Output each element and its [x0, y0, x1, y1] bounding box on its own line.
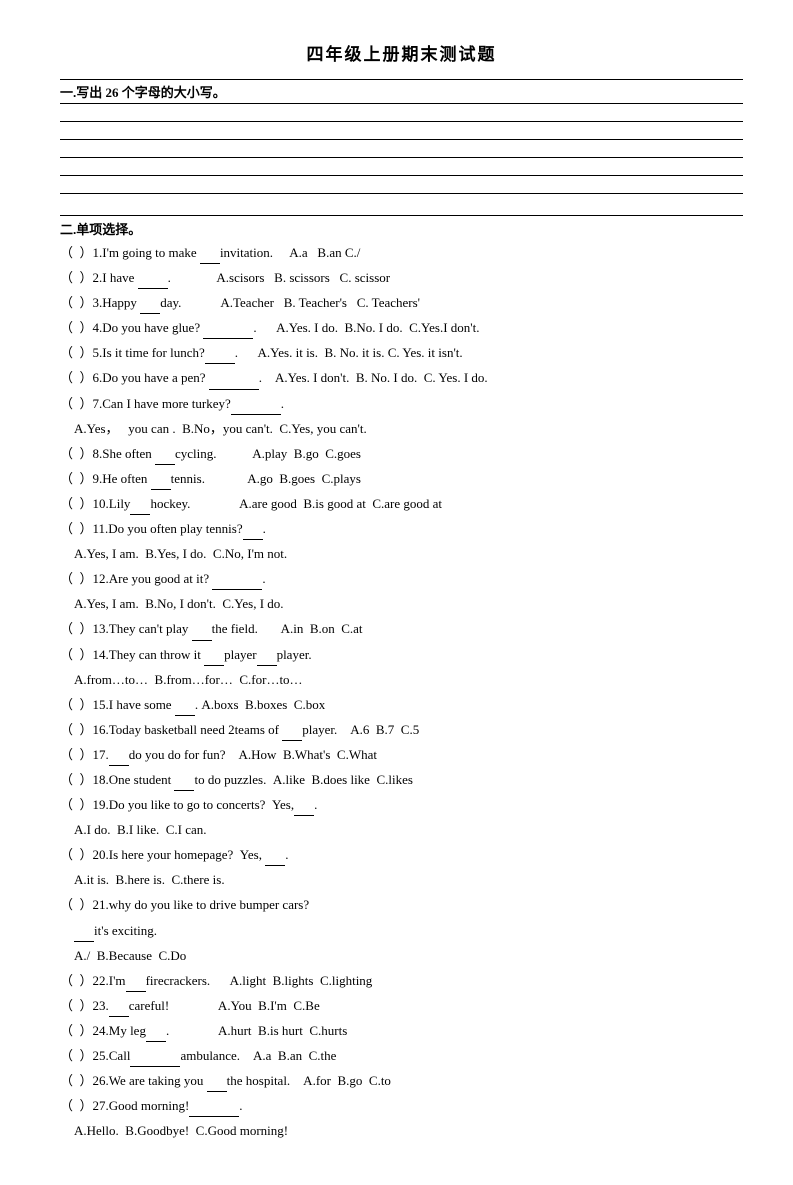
q-text: 22.I'mfirecrackers. A.light B.lights C.l… [93, 970, 373, 992]
q-text: 23.careful! A.You B.I'm C.Be [93, 995, 320, 1017]
q-text: 5.Is it time for lunch?. A.Yes. it is. B… [93, 342, 463, 364]
question-12-options: A.Yes, I am. B.No, I don't. C.Yes, I do. [74, 593, 743, 615]
question-13: （ ） 13.They can't play the field. A.in B… [60, 618, 743, 640]
q-text: 15.I have some . A.boxs B.boxes C.box [93, 694, 326, 716]
q-text: 18.One student to do puzzles. A.like B.d… [93, 769, 413, 791]
question-9: （ ） 9.He often tennis. A.go B.goes C.pla… [60, 468, 743, 490]
q-bracket: （ ） [60, 292, 93, 314]
q-bracket: （ ） [60, 568, 93, 590]
q-bracket: （ ） [60, 1070, 93, 1092]
q-text: 12.Are you good at it? . [93, 568, 266, 590]
q-text: 24.My leg. A.hurt B.is hurt C.hurts [93, 1020, 348, 1042]
page-title: 四年级上册期末测试题 [60, 40, 743, 65]
question-27-options: A.Hello. B.Goodbye! C.Good morning! [74, 1120, 743, 1142]
question-21-blank: it's exciting. [74, 920, 743, 942]
question-14-options: A.from…to… B.from…for… C.for…to… [74, 669, 743, 691]
question-14: （ ） 14.They can throw it playerplayer. [60, 644, 743, 666]
q-bracket: （ ） [60, 367, 93, 389]
q-text: 13.They can't play the field. A.in B.on … [93, 618, 363, 640]
question-25: （ ） 25.Callambulance. A.a B.an C.the [60, 1045, 743, 1067]
question-4: （ ） 4.Do you have glue? . A.Yes. I do. B… [60, 317, 743, 339]
question-18: （ ） 18.One student to do puzzles. A.like… [60, 769, 743, 791]
question-21-options: A./ B.Because C.Do [74, 945, 743, 967]
q-text: 7.Can I have more turkey?. [93, 393, 285, 415]
question-20-options: A.it is. B.here is. C.there is. [74, 869, 743, 891]
question-11: （ ） 11.Do you often play tennis?. [60, 518, 743, 540]
section1-header: 一.写出 26 个字母的大小写。 [60, 79, 743, 101]
q-bracket: （ ） [60, 342, 93, 364]
alphabet-lines [60, 103, 743, 211]
question-12: （ ） 12.Are you good at it? . [60, 568, 743, 590]
q-text: 8.She often cycling. A.play B.go C.goes [93, 443, 361, 465]
q-text: 1.I'm going to make invitation. A.a B.an… [93, 242, 361, 264]
q-text: 25.Callambulance. A.a B.an C.the [93, 1045, 337, 1067]
q-text: 6.Do you have a pen? . A.Yes. I don't. B… [93, 367, 488, 389]
q-text: 11.Do you often play tennis?. [93, 518, 266, 540]
q-bracket: （ ） [60, 769, 93, 791]
question-15: （ ） 15.I have some . A.boxs B.boxes C.bo… [60, 694, 743, 716]
q-bracket: （ ） [60, 794, 93, 816]
q-bracket: （ ） [60, 744, 93, 766]
q-bracket: （ ） [60, 317, 93, 339]
q-text: 4.Do you have glue? . A.Yes. I do. B.No.… [93, 317, 480, 339]
q-text: 27.Good morning!. [93, 1095, 243, 1117]
q-bracket: （ ） [60, 644, 93, 666]
q-text: 21.why do you like to drive bumper cars? [93, 894, 310, 916]
question-21: （ ） 21.why do you like to drive bumper c… [60, 894, 743, 916]
question-2: （ ） 2.I have . A.scisors B. scissors C. … [60, 267, 743, 289]
q-bracket: （ ） [60, 468, 93, 490]
question-23: （ ） 23.careful! A.You B.I'm C.Be [60, 995, 743, 1017]
question-16: （ ） 16.Today basketball need 2teams of p… [60, 719, 743, 741]
question-17: （ ） 17.do you do for fun? A.How B.What's… [60, 744, 743, 766]
question-7: （ ） 7.Can I have more turkey?. [60, 393, 743, 415]
question-22: （ ） 22.I'mfirecrackers. A.light B.lights… [60, 970, 743, 992]
q-bracket: （ ） [60, 267, 93, 289]
question-8: （ ） 8.She often cycling. A.play B.go C.g… [60, 443, 743, 465]
q-text: 19.Do you like to go to concerts? Yes,. [93, 794, 318, 816]
q-bracket: （ ） [60, 1095, 93, 1117]
question-10: （ ） 10.Lilyhockey. A.are good B.is good … [60, 493, 743, 515]
q-bracket: （ ） [60, 393, 93, 415]
question-3: （ ） 3.Happy day. A.Teacher B. Teacher's … [60, 292, 743, 314]
q-bracket: （ ） [60, 970, 93, 992]
question-26: （ ） 26.We are taking you the hospital. A… [60, 1070, 743, 1092]
q-text: 3.Happy day. A.Teacher B. Teacher's C. T… [93, 292, 421, 314]
q-text: 16.Today basketball need 2teams of playe… [93, 719, 420, 741]
question-5: （ ） 5.Is it time for lunch?. A.Yes. it i… [60, 342, 743, 364]
q-bracket: （ ） [60, 995, 93, 1017]
q-bracket: （ ） [60, 719, 93, 741]
question-20: （ ） 20.Is here your homepage? Yes, . [60, 844, 743, 866]
q-text: 17.do you do for fun? A.How B.What's C.W… [93, 744, 377, 766]
q-text: 9.He often tennis. A.go B.goes C.plays [93, 468, 361, 490]
question-24: （ ） 24.My leg. A.hurt B.is hurt C.hurts [60, 1020, 743, 1042]
q-text: 26.We are taking you the hospital. A.for… [93, 1070, 391, 1092]
q-bracket: （ ） [60, 694, 93, 716]
q-bracket: （ ） [60, 1045, 93, 1067]
q-bracket: （ ） [60, 493, 93, 515]
question-6: （ ） 6.Do you have a pen? . A.Yes. I don'… [60, 367, 743, 389]
q-bracket: （ ） [60, 242, 93, 264]
q-text: 14.They can throw it playerplayer. [93, 644, 312, 666]
question-19-options: A.I do. B.I like. C.I can. [74, 819, 743, 841]
q-bracket: （ ） [60, 518, 93, 540]
q-bracket: （ ） [60, 1020, 93, 1042]
question-11-options: A.Yes, I am. B.Yes, I do. C.No, I'm not. [74, 543, 743, 565]
questions-list: （ ） 1.I'm going to make invitation. A.a … [60, 242, 743, 1142]
q-text: 10.Lilyhockey. A.are good B.is good at C… [93, 493, 443, 515]
question-1: （ ） 1.I'm going to make invitation. A.a … [60, 242, 743, 264]
q-bracket: （ ） [60, 894, 93, 916]
question-19: （ ） 19.Do you like to go to concerts? Ye… [60, 794, 743, 816]
q-text: 2.I have . A.scisors B. scissors C. scis… [93, 267, 391, 289]
question-27: （ ） 27.Good morning!. [60, 1095, 743, 1117]
q-text: 20.Is here your homepage? Yes, . [93, 844, 289, 866]
question-7-options: A.Yes， you can . B.No，you can't. C.Yes, … [74, 418, 743, 440]
q-bracket: （ ） [60, 443, 93, 465]
q-bracket: （ ） [60, 618, 93, 640]
section2-header: 二.单项选择。 [60, 215, 743, 238]
q-bracket: （ ） [60, 844, 93, 866]
